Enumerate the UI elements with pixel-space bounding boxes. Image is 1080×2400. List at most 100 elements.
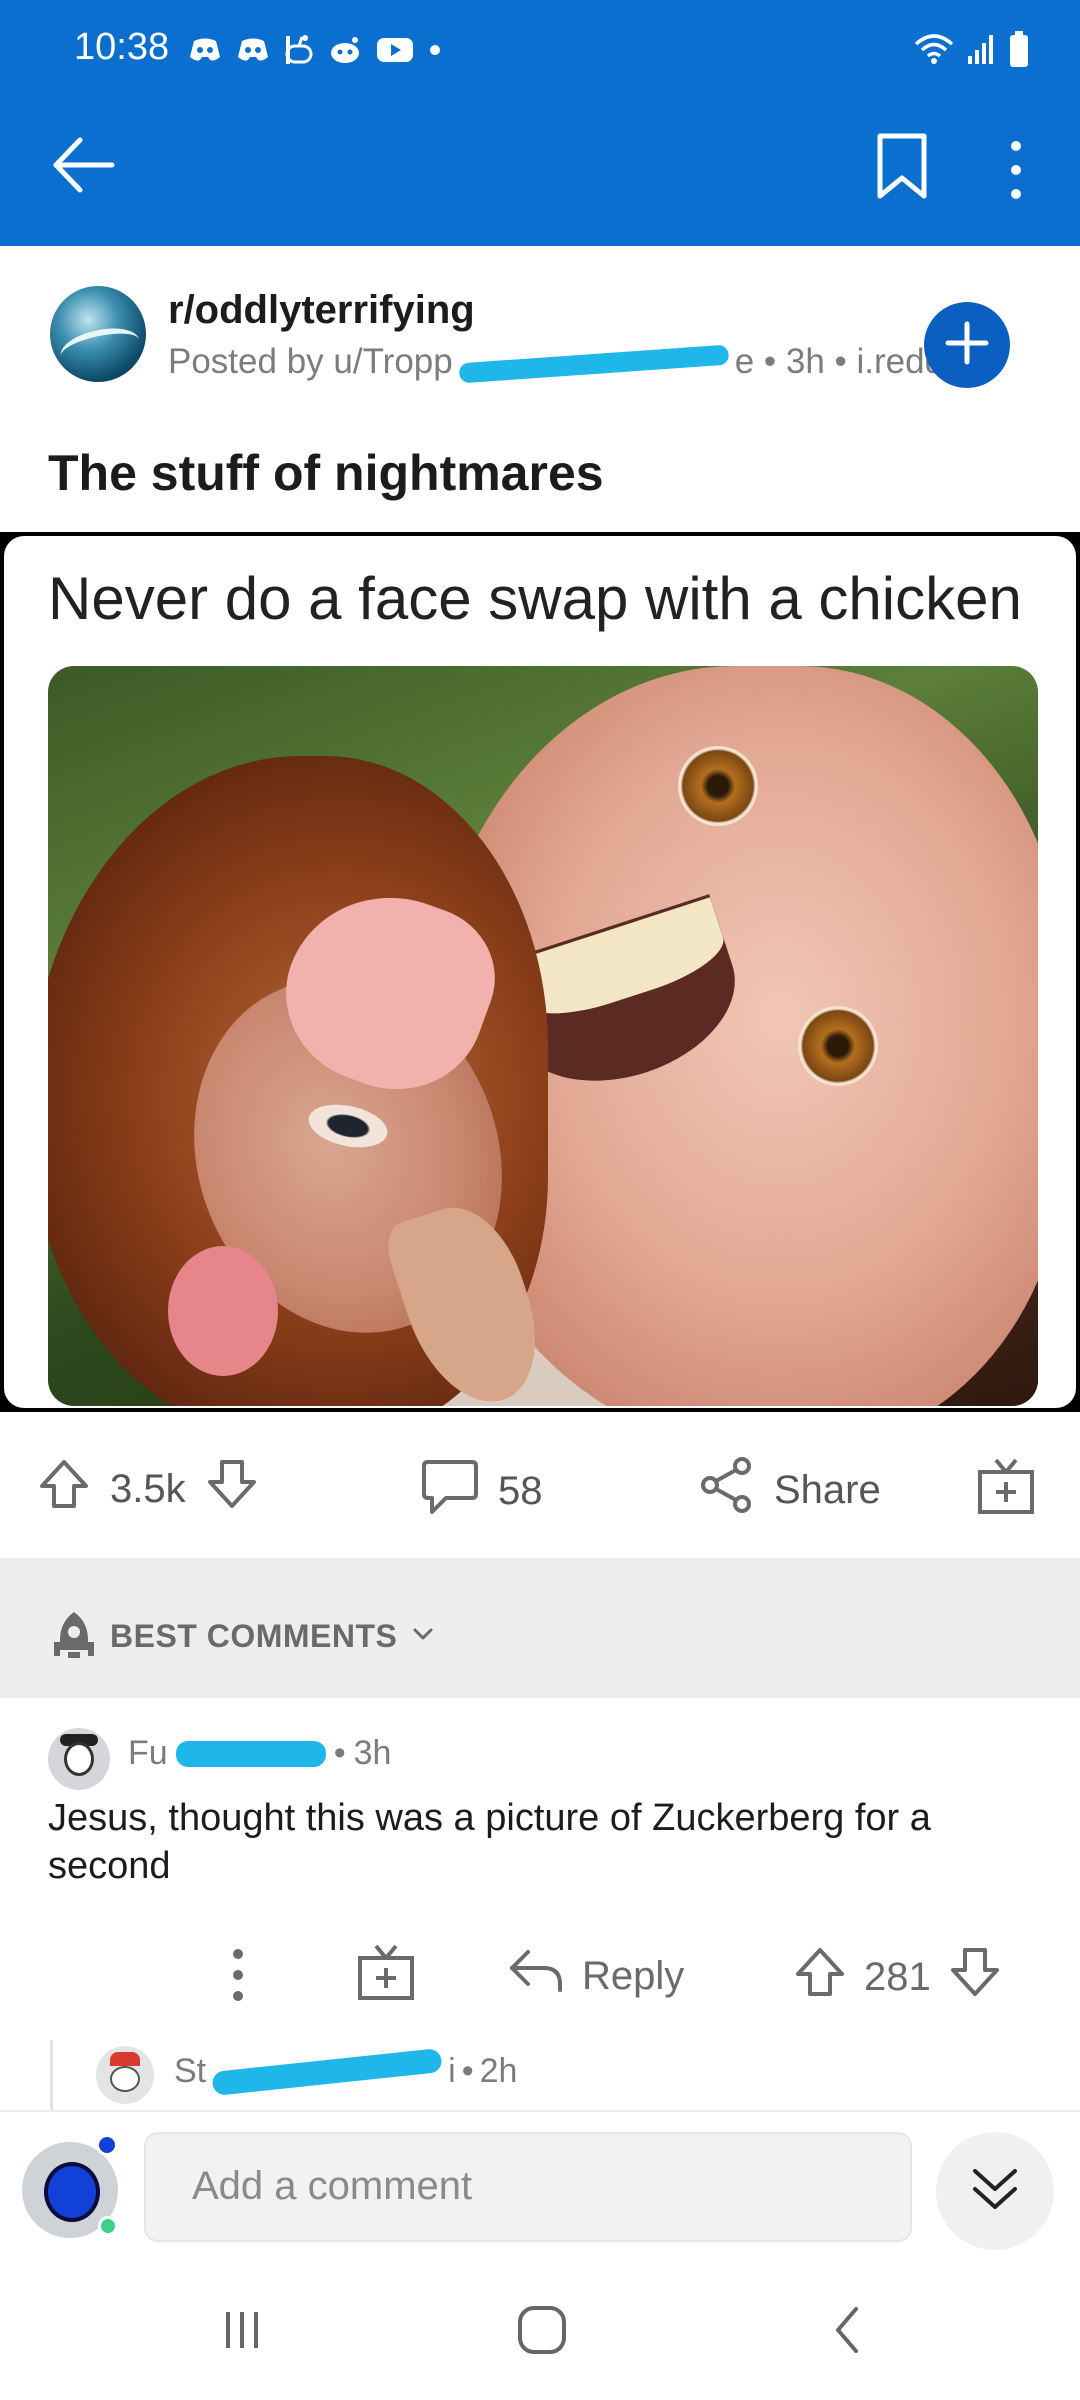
plus-icon [944,320,990,371]
status-time: 10:38 [74,26,170,68]
save-post-button[interactable] [872,130,932,210]
subreddit-name[interactable]: r/oddlyterrifying [168,288,475,333]
comment-award-button[interactable] [356,1942,416,2007]
post-image[interactable]: Never do a face swap with a chicken [0,532,1080,1412]
app-bar [0,110,1080,230]
share-icon [698,1456,756,1524]
system-icons [914,30,1030,73]
comment-more-button[interactable] [218,1940,258,2010]
bookmark-icon [872,133,932,206]
avatar-body [44,2162,100,2222]
post-score: 3.5k [110,1466,186,1511]
share-label: Share [774,1467,881,1512]
comment-text[interactable]: Jesus, thought this was a picture of Zuc… [48,1794,1048,1890]
meta-separator: • [333,1734,346,1772]
post-title[interactable]: The stuff of nightmares [48,444,604,502]
top-bar: 10:38 [0,0,1080,246]
avatar-head [64,1742,94,1776]
reply-age: 2h [479,2052,518,2090]
status-bar: 10:38 [0,0,1080,100]
home-icon [515,2303,569,2362]
photo-wattle [168,1246,278,1376]
comments-button[interactable]: 58 [420,1456,543,1526]
home-button[interactable] [512,2302,572,2362]
avatar-face [110,2066,140,2092]
redaction-mark [458,344,730,384]
award-button[interactable] [976,1456,1036,1526]
post-author-suffix: e [734,342,755,381]
reply-button[interactable]: Reply [506,1946,684,2006]
vote-controls: 3.5k [36,1456,260,1522]
back-button[interactable] [48,130,118,200]
system-back-button[interactable] [818,2302,878,2362]
upvote-button[interactable] [36,1456,92,1522]
comment-count: 58 [498,1468,543,1513]
chevron-down-icon [409,1624,437,1649]
discord-icon [236,37,270,68]
double-chevron-down-icon [965,2161,1025,2222]
online-indicator [98,2216,118,2236]
reply-author-avatar[interactable] [96,2046,154,2104]
reply-label: Reply [582,1953,685,1998]
more-vertical-icon [996,141,1036,216]
comment-author[interactable]: Fu [128,1734,168,1773]
arrow-left-icon [48,137,118,204]
more-vertical-icon [218,1949,258,2014]
collapse-comments-button[interactable] [936,2132,1054,2250]
reddit-icon [284,34,314,71]
reply-author[interactable]: St [174,2052,206,2091]
recent-apps-button[interactable] [212,2302,272,2362]
post-header: r/oddlyterrifying Posted by u/Tropp e • 3… [0,246,1080,426]
system-navigation-bar [0,2260,1080,2400]
recent-apps-icon [218,2306,266,2359]
meta-separator: • [461,2052,474,2090]
post-actions: 3.5k 58 Share [0,1412,1080,1558]
reply-meta: St i • 2h [174,2047,518,2096]
add-comment-input[interactable]: Add a comment [144,2132,912,2242]
comment-composer: Add a comment [0,2110,1080,2260]
wifi-icon [914,32,954,71]
reply-author-suffix: i [448,2052,456,2090]
post-author[interactable]: u/Tropp [333,342,452,381]
reply-preview: St i • 2h [0,2040,1080,2110]
comment-author-avatar[interactable] [48,1728,110,1790]
comment-actions: Reply 281 [0,1920,1080,2030]
join-subreddit-button[interactable] [924,302,1010,388]
notification-icons [188,34,442,71]
comment-sort-bar: BEST COMMENTS [0,1558,1080,1698]
chevron-left-icon [828,2303,868,2362]
gift-icon [356,1944,416,2006]
overflow-menu-button[interactable] [996,132,1036,212]
posted-by-label: Posted by [168,342,324,381]
face-swap-photo [48,666,1038,1406]
comment-meta: Fu • 3h [128,1734,391,1773]
downvote-button[interactable] [204,1456,260,1522]
comment-vote-controls: 281 [792,1944,1003,2010]
redaction-mark [175,1740,326,1767]
image-caption: Never do a face swap with a chicken [48,565,1022,632]
post-meta: Posted by u/Tropp e • 3h • i.redd.it [168,342,971,384]
discord-icon [188,37,222,68]
reddit-icon [328,36,362,69]
thread-line[interactable] [50,2040,53,2110]
comment-age: 3h [353,1734,392,1772]
battery-icon [1008,30,1030,73]
meme-card: Never do a face swap with a chicken [4,536,1076,1408]
avatar-cap [110,2052,140,2066]
signal-icon [966,32,996,71]
comment-score: 281 [864,1954,931,1999]
comment-bubble-icon [420,1456,480,1526]
share-button[interactable]: Share [698,1456,881,1524]
dot-icon [428,43,442,62]
reply-arrow-icon [506,1946,566,2006]
redaction-mark [211,2047,443,2096]
comment: Fu • 3h Jesus, thought this was a pictur… [0,1698,1080,2098]
sort-label: BEST COMMENTS [110,1618,398,1654]
comment-upvote-button[interactable] [792,1944,848,2010]
photo-chicken-eye [798,1006,878,1086]
sort-selector[interactable]: BEST COMMENTS [50,1608,437,1665]
rocket-icon [50,1608,98,1665]
subreddit-avatar[interactable] [50,286,146,382]
comment-downvote-button[interactable] [947,1944,1003,2010]
post-age: 3h [785,342,825,381]
